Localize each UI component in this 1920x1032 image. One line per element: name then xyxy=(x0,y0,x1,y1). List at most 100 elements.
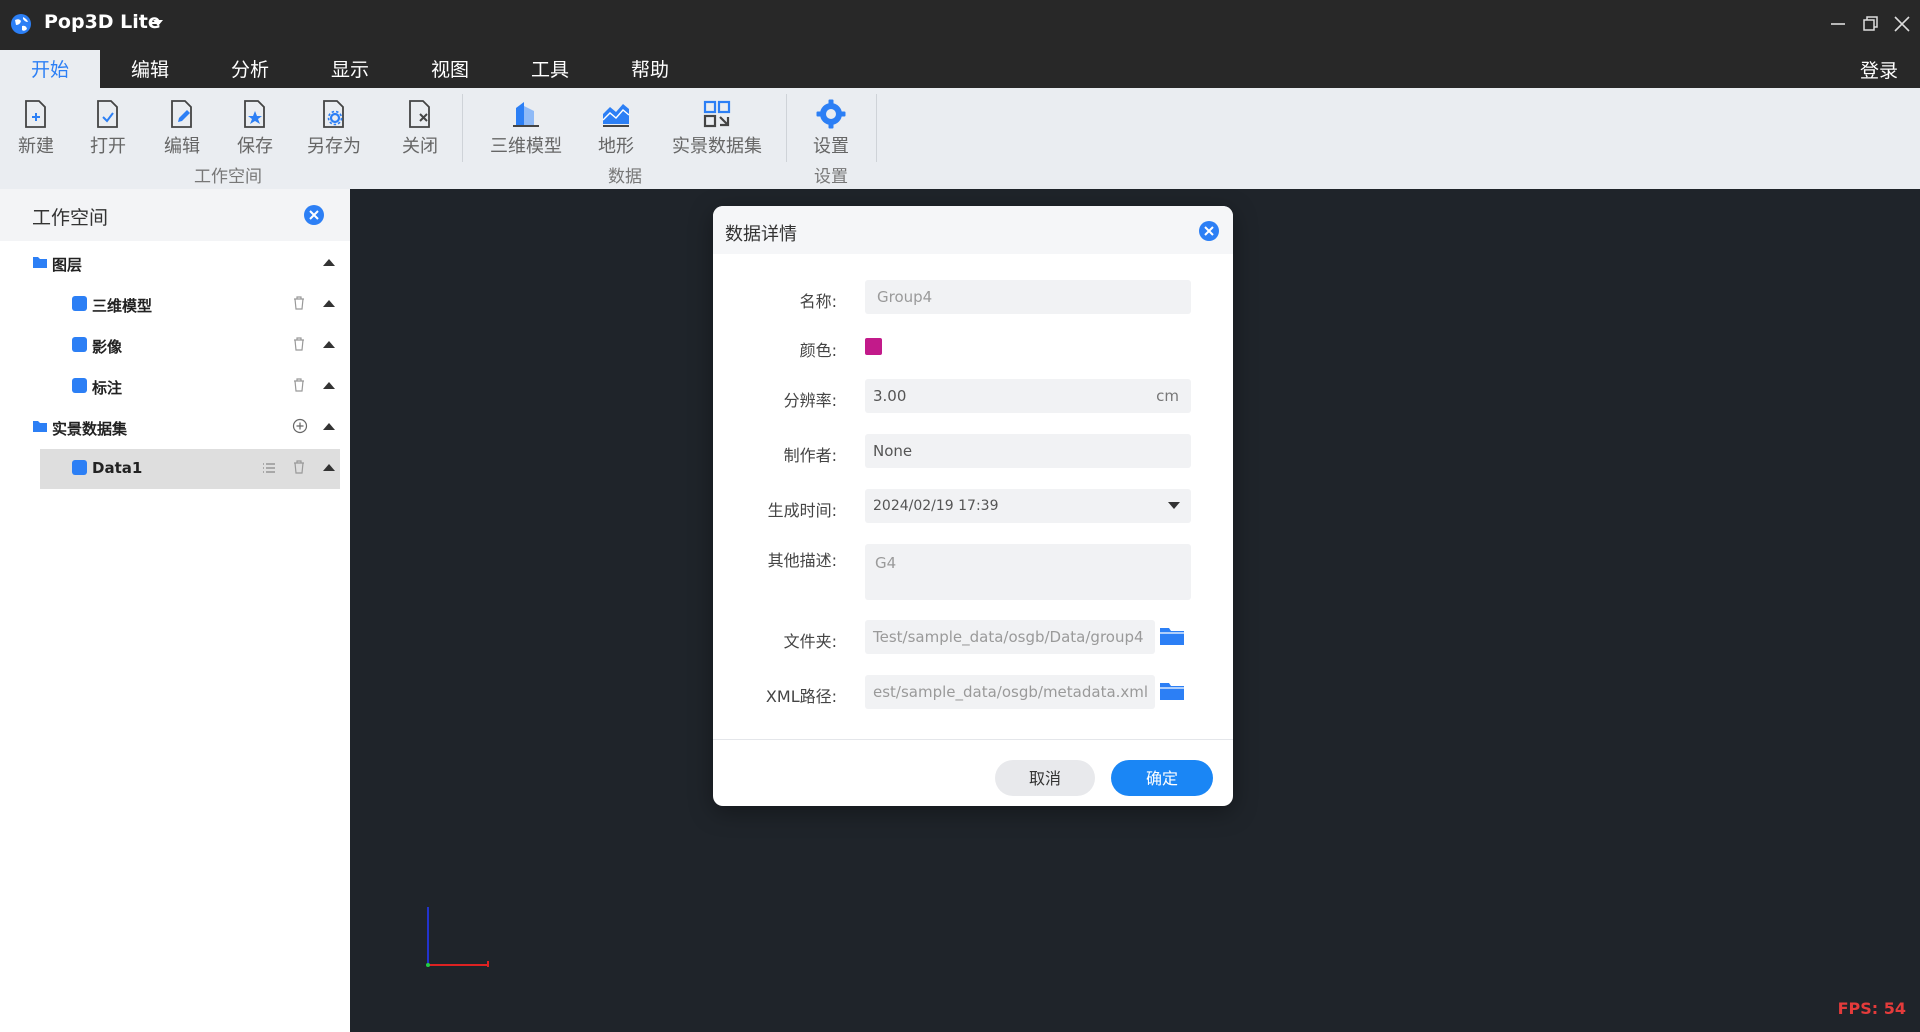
reality-dataset-label: 实景数据集 xyxy=(672,136,762,157)
collapse-icon[interactable] xyxy=(322,257,336,267)
folder-browse-icon[interactable] xyxy=(1159,681,1185,701)
globe-logo-icon xyxy=(11,14,31,34)
name-input[interactable]: Group4 xyxy=(865,280,1191,314)
save-label: 保存 xyxy=(237,136,273,157)
dialog-divider xyxy=(713,739,1233,740)
edit-button[interactable]: 编辑 xyxy=(162,98,202,162)
menu-help[interactable]: 帮助 xyxy=(600,50,700,88)
save-as-button[interactable]: 另存为 xyxy=(304,98,364,162)
app-title: Pop3D Lite xyxy=(44,11,161,33)
tree-item-3d-model[interactable]: 三维模型 xyxy=(0,285,350,325)
xml-path-label: XML路径: xyxy=(765,687,837,706)
checkbox-checked-icon[interactable] xyxy=(72,460,87,475)
resolution-label: 分辨率: xyxy=(783,391,837,410)
menu-display[interactable]: 显示 xyxy=(300,50,400,88)
dataset-grid-icon xyxy=(703,100,731,128)
save-as-file-icon xyxy=(323,100,344,128)
settings-button[interactable]: 设置 xyxy=(810,98,852,162)
close-file-icon xyxy=(409,100,430,128)
login-link[interactable]: 登录 xyxy=(1860,56,1898,83)
panel-title: 工作空间 xyxy=(32,207,109,229)
3d-model-label: 三维模型 xyxy=(490,136,562,157)
building-icon xyxy=(513,102,539,127)
cancel-button[interactable]: 取消 xyxy=(995,760,1095,796)
3d-model-button[interactable]: 三维模型 xyxy=(488,98,564,162)
ok-button[interactable]: 确定 xyxy=(1111,760,1213,796)
restore-icon[interactable] xyxy=(1858,12,1882,36)
new-button[interactable]: 新建 xyxy=(16,98,56,162)
created-time-label: 生成时间: xyxy=(767,501,837,520)
description-label: 其他描述: xyxy=(767,551,837,570)
tree-item-imagery[interactable]: 影像 xyxy=(0,326,350,366)
open-button[interactable]: 打开 xyxy=(88,98,128,162)
menu-tools[interactable]: 工具 xyxy=(500,50,600,88)
fps-counter: FPS: 54 xyxy=(1837,999,1906,1018)
chevron-down-icon xyxy=(1168,502,1180,509)
tree-item-label: 影像 xyxy=(92,338,123,356)
menu-analysis[interactable]: 分析 xyxy=(200,50,300,88)
data-details-dialog: 数据详情 名称: Group4 颜色: 分辨率: 3.00 cm 制作者: No… xyxy=(713,206,1233,806)
ribbon-divider xyxy=(786,94,787,162)
terrain-label: 地形 xyxy=(598,136,634,157)
reality-dataset-button[interactable]: 实景数据集 xyxy=(670,98,764,162)
close-button[interactable]: 关闭 xyxy=(400,98,440,162)
title-bar: Pop3D Lite 开始 编辑 分析 显示 视图 工具 帮助 登录 xyxy=(0,0,1920,88)
tree-group-label: 图层 xyxy=(52,256,83,274)
minimize-icon[interactable] xyxy=(1826,12,1850,36)
author-input[interactable]: None xyxy=(865,434,1191,468)
created-time-value: 2024/02/19 17:39 xyxy=(873,498,999,514)
trash-icon[interactable] xyxy=(293,296,305,310)
folder-browse-icon[interactable] xyxy=(1159,626,1185,646)
settings-label: 设置 xyxy=(813,136,849,157)
trash-icon[interactable] xyxy=(293,378,305,392)
collapse-icon[interactable] xyxy=(322,339,336,349)
axis-gizmo-icon xyxy=(426,907,489,967)
panel-header: 工作空间 xyxy=(0,189,350,241)
trash-icon[interactable] xyxy=(293,337,305,351)
checkbox-checked-icon[interactable] xyxy=(72,296,87,311)
created-time-select[interactable]: 2024/02/19 17:39 xyxy=(865,489,1191,523)
tree-item-data1[interactable]: Data1 xyxy=(40,449,340,489)
workspace-group-label: 工作空间 xyxy=(194,167,262,187)
caret-down-icon[interactable] xyxy=(151,16,165,30)
close-panel-icon[interactable] xyxy=(303,204,325,226)
tree-group-layers[interactable]: 图层 xyxy=(0,244,350,284)
ribbon-divider xyxy=(462,94,463,162)
menu-start[interactable]: 开始 xyxy=(0,50,100,88)
author-label: 制作者: xyxy=(783,446,837,465)
dialog-header: 数据详情 xyxy=(713,206,1233,254)
tree-item-annotation[interactable]: 标注 xyxy=(0,367,350,407)
terrain-icon xyxy=(602,104,630,127)
checkbox-checked-icon[interactable] xyxy=(72,378,87,393)
collapse-icon[interactable] xyxy=(322,298,336,308)
ribbon-toolbar: 新建 打开 编辑 保存 另存为 关闭 工作空间 三维模型 地形 实景数据集 数据… xyxy=(0,88,1920,189)
collapse-icon[interactable] xyxy=(322,380,336,390)
terrain-button[interactable]: 地形 xyxy=(596,98,636,162)
open-label: 打开 xyxy=(90,136,126,157)
collapse-icon[interactable] xyxy=(322,462,336,472)
workspace-panel: 工作空间 图层 三维模型 影像 标注 实景数据集 Data1 xyxy=(0,189,350,1032)
resolution-input[interactable]: 3.00 cm xyxy=(865,379,1191,413)
tree-group-label: 实景数据集 xyxy=(52,420,128,438)
tree-group-datasets[interactable]: 实景数据集 xyxy=(0,408,350,448)
color-label: 颜色: xyxy=(799,341,837,360)
description-textarea[interactable]: G4 xyxy=(865,544,1191,600)
dialog-title: 数据详情 xyxy=(725,224,797,245)
add-circle-icon[interactable] xyxy=(292,418,308,434)
trash-icon[interactable] xyxy=(293,460,305,474)
menu-view[interactable]: 视图 xyxy=(400,50,500,88)
close-window-icon[interactable] xyxy=(1890,12,1914,36)
collapse-icon[interactable] xyxy=(322,421,336,431)
folder-input[interactable]: Test/sample_data/osgb/Data/group4 xyxy=(865,620,1155,654)
new-file-icon xyxy=(25,100,46,128)
list-icon[interactable] xyxy=(262,462,276,474)
menu-edit[interactable]: 编辑 xyxy=(100,50,200,88)
save-button[interactable]: 保存 xyxy=(235,98,275,162)
xml-path-input[interactable]: est/sample_data/osgb/metadata.xml xyxy=(865,675,1155,709)
tree-item-label: Data1 xyxy=(92,459,143,477)
color-swatch[interactable] xyxy=(865,338,882,355)
folder-icon xyxy=(33,421,47,432)
close-dialog-icon[interactable] xyxy=(1198,220,1220,242)
resolution-unit: cm xyxy=(1156,387,1179,405)
checkbox-checked-icon[interactable] xyxy=(72,337,87,352)
